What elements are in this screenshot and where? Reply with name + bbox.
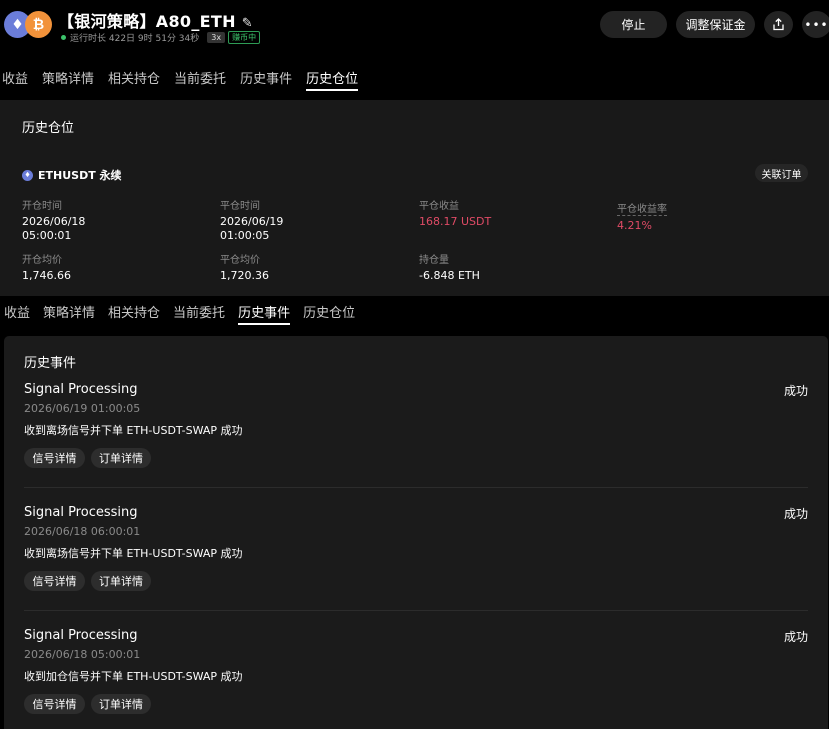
position-pair: ♦ ETHUSDT 永续 [22,167,122,183]
event-item: Signal Processing 成功 2026/06/19 01:00:05… [4,382,828,502]
open-time-cell: 开仓时间 2026/06/18 05:00:01 [22,197,85,243]
event-name: Signal Processing [24,505,138,520]
open-time-date: 2026/06/18 [22,215,86,228]
divider [24,487,808,488]
event-name: Signal Processing [24,628,138,643]
tab-strategy-details[interactable]: 策略详情 [43,297,95,325]
open-time-label: 开仓时间 [22,201,62,212]
event-message: 收到离场信号并下单 ETH-USDT-SWAP 成功 [24,547,243,560]
signal-detail-button[interactable]: 信号详情 [24,448,85,468]
tab-history-positions[interactable]: 历史仓位 [303,297,355,325]
eth-icon: ♦ [22,169,33,181]
position-size-label: 持仓量 [419,255,449,266]
close-avg-cell: 平仓均价 1,720.36 [220,251,269,283]
close-pnl-rate-label[interactable]: 平仓收益率 [617,204,667,216]
order-detail-button[interactable]: 订单详情 [91,571,151,591]
signal-detail-button[interactable]: 信号详情 [24,694,85,714]
close-time-clock: 01:00:05 [220,229,270,242]
tab-history-events[interactable]: 历史事件 [240,63,292,91]
event-time: 2026/06/18 05:00:01 [24,648,141,661]
share-button[interactable] [764,11,793,38]
runtime-line: 运行时长 422日 9时 51分 34秒 3x 赚币中 [61,30,261,44]
stop-button[interactable]: 停止 [600,11,667,38]
coin-icons: ♦ ₿ [4,11,52,39]
close-pnl-rate-value: 4.21% [617,219,652,232]
tab-history-positions[interactable]: 历史仓位 [306,63,359,91]
close-pnl-value: 168.17 USDT [419,215,492,228]
edit-icon[interactable]: ✎ [242,16,253,31]
tab-open-orders[interactable]: 当前委托 [174,63,226,91]
strategy-header: ♦ ₿ 【银河策略】A80_ETH ✎ 运行时长 422日 9时 51分 34秒 … [0,0,829,52]
history-position-panel: 历史仓位 ♦ ETHUSDT 永续 关联订单 开仓时间 2026/06/18 0… [0,100,829,296]
event-time: 2026/06/19 01:00:05 [24,402,141,415]
event-status: 成功 [784,384,809,398]
share-icon [773,18,784,31]
event-item: Signal Processing 成功 2026/06/18 06:00:01… [4,505,828,625]
event-message: 收到加仓信号并下单 ETH-USDT-SWAP 成功 [24,670,243,683]
close-time-value: 2026/06/19 01:00:05 [220,215,283,243]
position-size-cell: 持仓量 -6.848 ETH [419,251,480,283]
close-avg-label: 平仓均价 [220,255,260,266]
order-detail-button[interactable]: 订单详情 [91,448,151,468]
divider [24,610,808,611]
more-button[interactable]: ••• [802,11,829,38]
running-status-dot [61,34,66,40]
event-status: 成功 [784,507,809,521]
open-avg-value: 1,746.66 [22,269,71,282]
close-time-date: 2026/06/19 [220,215,284,228]
pair-label: ETHUSDT 永续 [38,169,122,182]
leverage-badge: 3x [207,31,226,43]
more-icon: ••• [804,17,829,32]
close-pnl-label: 平仓收益 [419,201,459,212]
close-avg-value: 1,720.36 [220,269,269,282]
close-time-label: 平仓时间 [220,201,260,212]
tab-related-positions[interactable]: 相关持仓 [108,297,160,325]
tab-open-orders[interactable]: 当前委托 [173,297,225,325]
position-size-value: -6.848 ETH [419,269,480,282]
open-time-clock: 05:00:01 [22,229,72,242]
strategy-title-text: 【银河策略】A80_ETH [58,12,236,31]
open-avg-label: 开仓均价 [22,255,62,266]
history-events-title: 历史事件 [24,356,77,371]
tab-history-events[interactable]: 历史事件 [238,297,291,325]
close-time-cell: 平仓时间 2026/06/19 01:00:05 [220,197,283,243]
event-status: 成功 [784,630,809,644]
event-item: Signal Processing 成功 2026/06/18 05:00:01… [4,628,828,729]
mode-badge: 赚币中 [228,30,261,44]
strategy-page: ♦ ₿ 【银河策略】A80_ETH ✎ 运行时长 422日 9时 51分 34秒 … [0,0,829,729]
close-pnl-rate-cell: 平仓收益率 4.21% [617,197,667,233]
runtime-text: 运行时长 422日 9时 51分 34秒 [70,33,200,44]
close-pnl-cell: 平仓收益 168.17 USDT [419,197,491,229]
open-time-value: 2026/06/18 05:00:01 [22,215,85,243]
strategy-title: 【银河策略】A80_ETH ✎ [58,8,253,32]
tab-earnings[interactable]: 收益 [4,297,30,325]
history-position-title: 历史仓位 [22,121,75,136]
linked-orders-button[interactable]: 关联订单 [755,164,808,182]
event-name: Signal Processing [24,382,138,397]
tab-bar-top: 收益 策略详情 相关持仓 当前委托 历史事件 历史仓位 [2,63,372,91]
order-detail-button[interactable]: 订单详情 [91,694,151,714]
event-message: 收到离场信号并下单 ETH-USDT-SWAP 成功 [24,424,243,437]
tab-related-positions[interactable]: 相关持仓 [108,63,160,91]
tab-earnings[interactable]: 收益 [2,63,28,91]
signal-detail-button[interactable]: 信号详情 [24,571,85,591]
tab-bar-middle: 收益 策略详情 相关持仓 当前委托 历史事件 历史仓位 [4,297,368,325]
event-time: 2026/06/18 06:00:01 [24,525,141,538]
open-avg-cell: 开仓均价 1,746.66 [22,251,71,283]
btc-icon: ₿ [25,11,52,38]
tab-strategy-details[interactable]: 策略详情 [42,63,94,91]
adjust-margin-button[interactable]: 调整保证金 [676,11,755,38]
history-events-panel: 历史事件 Signal Processing 成功 2026/06/19 01:… [4,336,828,729]
